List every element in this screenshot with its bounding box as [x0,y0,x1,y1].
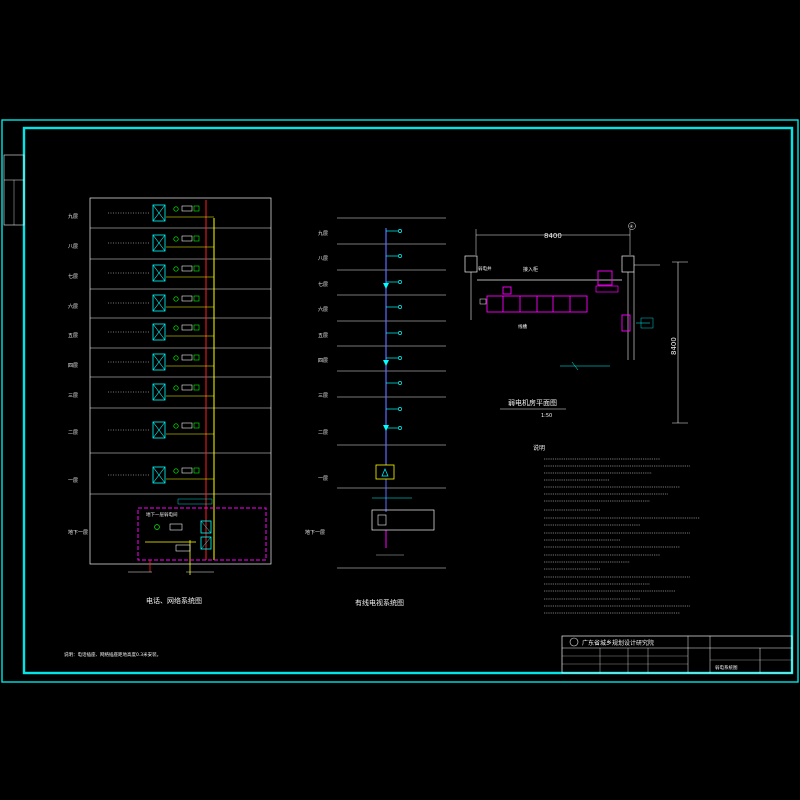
catv-riser [337,217,446,569]
dimension-horizontal: 8400 [544,232,562,240]
left-floor-label: 六层 [68,303,78,310]
left-floor-label: 三层 [68,393,78,399]
left-floor-label: 八层 [68,244,78,250]
inner-frame [22,126,794,675]
left-floor-label: 四层 [68,363,78,369]
design-notes: 说明 [533,444,700,614]
left-floor-label: 地下一层 [68,529,88,536]
floor-row-equipment [108,204,214,484]
axis-label: ④ [630,224,634,230]
phone-network-riser [89,197,272,575]
catv-floor-label: 二层 [318,430,328,436]
catv-floor-label: 九层 [318,230,328,237]
outer-frame [1,119,799,683]
basement-room-label: 地下一层弱电间 [146,511,178,518]
left-floor-label: 七层 [68,273,78,280]
drawing-name: 弱电系统图 [715,664,738,671]
middle-floor-labels: 九层 八层 七层 六层 五层 四层 三层 二层 一层 地下一层 [305,230,328,536]
catv-floor-label: 四层 [318,358,328,364]
catv-floor-label: 一层 [318,476,328,482]
plan-title: 弱电机房平面图 [508,398,557,407]
institute-name: 广东省城乡规划设计研究院 [582,639,654,647]
catv-floor-label: 七层 [318,281,328,288]
title-block: 广东省城乡规划设计研究院 弱电系统图 [561,635,793,674]
catv-floor-label: 六层 [318,306,328,313]
left-floor-labels: 九层 八层 七层 六层 五层 四层 三层 二层 一层 地下一层 [68,213,88,536]
middle-diagram-title: 有线电视系统图 [355,598,404,607]
basement-room-box: 地下一层弱电间 [128,498,267,573]
room-plan: ④ 8400 8400 弱电井 接入柜 线槽 弱电机房平面图 1:50 [464,222,688,424]
dimension-vertical: 8400 [670,337,678,355]
catv-floor-label: 三层 [318,393,328,399]
catv-floor-label: 地下一层 [305,529,325,536]
left-floor-label: 一层 [68,478,78,484]
notes-heading: 说明 [533,444,545,452]
catv-floor-label: 八层 [318,256,328,262]
left-diagram-note: 说明：电话插座、网络插座距地高度0.3米安装。 [64,651,161,658]
cad-drawing: 九层 八层 七层 六层 五层 四层 三层 二层 一层 地下一层 地下一层弱电间 … [1,119,799,683]
tray-label: 线槽 [518,323,527,330]
plan-scale: 1:50 [541,413,552,419]
room-left-label: 弱电井 [478,265,492,272]
institute-logo [569,637,579,647]
room-label: 接入柜 [523,266,538,273]
catv-floor-label: 五层 [318,333,328,339]
left-floor-label: 五层 [68,333,78,339]
left-floor-label: 九层 [68,213,78,220]
left-floor-label: 二层 [68,430,78,436]
left-diagram-title: 电话、网络系统图 [146,596,202,605]
